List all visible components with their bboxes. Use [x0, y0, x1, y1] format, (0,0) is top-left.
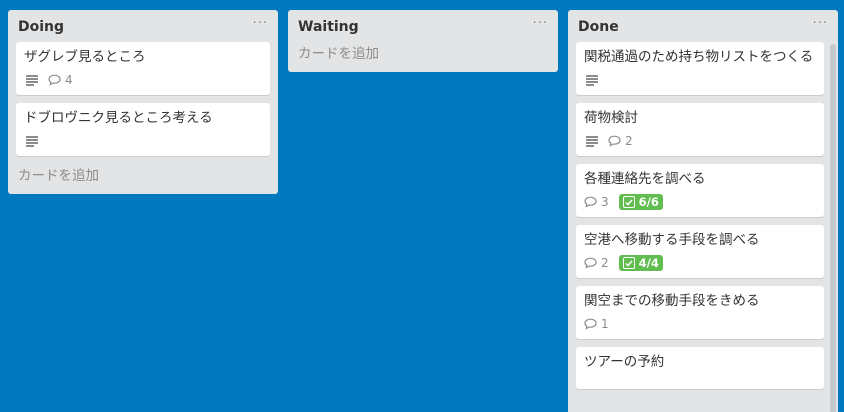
checklist-count: 4/4	[638, 256, 659, 270]
scrollbar[interactable]	[830, 44, 836, 412]
list-doing: Doing ··· ザグレブ見るところ 4 ドブロヴニク見るところ考える カード…	[8, 10, 278, 194]
list-done: Done ··· 関税通過のため持ち物リストをつくる 荷物検討 2 各種連絡先を…	[568, 10, 838, 412]
list-menu-icon[interactable]: ···	[253, 16, 268, 31]
card[interactable]: ドブロヴニク見るところ考える	[16, 103, 270, 156]
card[interactable]: 関税通過のため持ち物リストをつくる	[576, 42, 824, 95]
card-title: ザグレブ見るところ	[24, 49, 146, 65]
comment-icon	[584, 257, 597, 269]
comment-count: 4	[65, 73, 73, 87]
card-title: 関税通過のため持ち物リストをつくる	[584, 49, 814, 65]
add-card-button[interactable]: カードを追加	[8, 164, 278, 194]
list-title[interactable]: Doing	[18, 18, 268, 36]
comment-icon	[584, 318, 597, 330]
card[interactable]: ツアーの予約	[576, 347, 824, 389]
list-menu-icon[interactable]: ···	[533, 16, 548, 31]
card-title: ツアーの予約	[584, 354, 665, 370]
comment-count: 1	[601, 317, 609, 331]
checklist-badge: 6/6	[618, 194, 663, 210]
card[interactable]: 空港へ移動する手段を調べる 2 4/4	[576, 225, 824, 278]
comments-badge: 4	[48, 73, 73, 87]
list-title[interactable]: Done	[578, 18, 828, 36]
card-title: 空港へ移動する手段を調べる	[584, 232, 760, 248]
card-title: 関空までの移動手段をきめる	[584, 293, 760, 309]
description-icon	[584, 136, 598, 147]
add-card-button[interactable]: カードを追加	[288, 42, 558, 72]
comment-icon	[48, 74, 61, 86]
checkbox-icon	[622, 257, 635, 269]
comments-badge: 3	[584, 195, 609, 209]
comment-icon	[584, 196, 597, 208]
card-title: 荷物検討	[584, 110, 638, 126]
comments-badge: 1	[584, 317, 609, 331]
card[interactable]: 荷物検討 2	[576, 103, 824, 156]
description-icon	[24, 136, 38, 147]
checkbox-icon	[622, 196, 635, 208]
list-waiting: Waiting ··· カードを追加	[288, 10, 558, 72]
card[interactable]: 関空までの移動手段をきめる 1	[576, 286, 824, 339]
card-title: ドブロヴニク見るところ考える	[24, 110, 213, 126]
checklist-badge: 4/4	[618, 255, 663, 271]
description-icon	[24, 75, 38, 86]
list-title[interactable]: Waiting	[298, 18, 548, 36]
comment-count: 3	[601, 195, 609, 209]
list-menu-icon[interactable]: ···	[813, 16, 828, 31]
description-icon	[584, 75, 598, 86]
comment-count: 2	[601, 256, 609, 270]
card-title: 各種連絡先を調べる	[584, 171, 706, 187]
comment-count: 2	[625, 134, 633, 148]
comments-badge: 2	[608, 134, 633, 148]
card[interactable]: ザグレブ見るところ 4	[16, 42, 270, 95]
list-header[interactable]: Waiting ···	[288, 10, 558, 42]
checklist-count: 6/6	[638, 195, 659, 209]
list-header[interactable]: Doing ···	[8, 10, 278, 42]
list-header[interactable]: Done ···	[568, 10, 838, 42]
comment-icon	[608, 135, 621, 147]
comments-badge: 2	[584, 256, 609, 270]
card[interactable]: 各種連絡先を調べる 3 6/6	[576, 164, 824, 217]
